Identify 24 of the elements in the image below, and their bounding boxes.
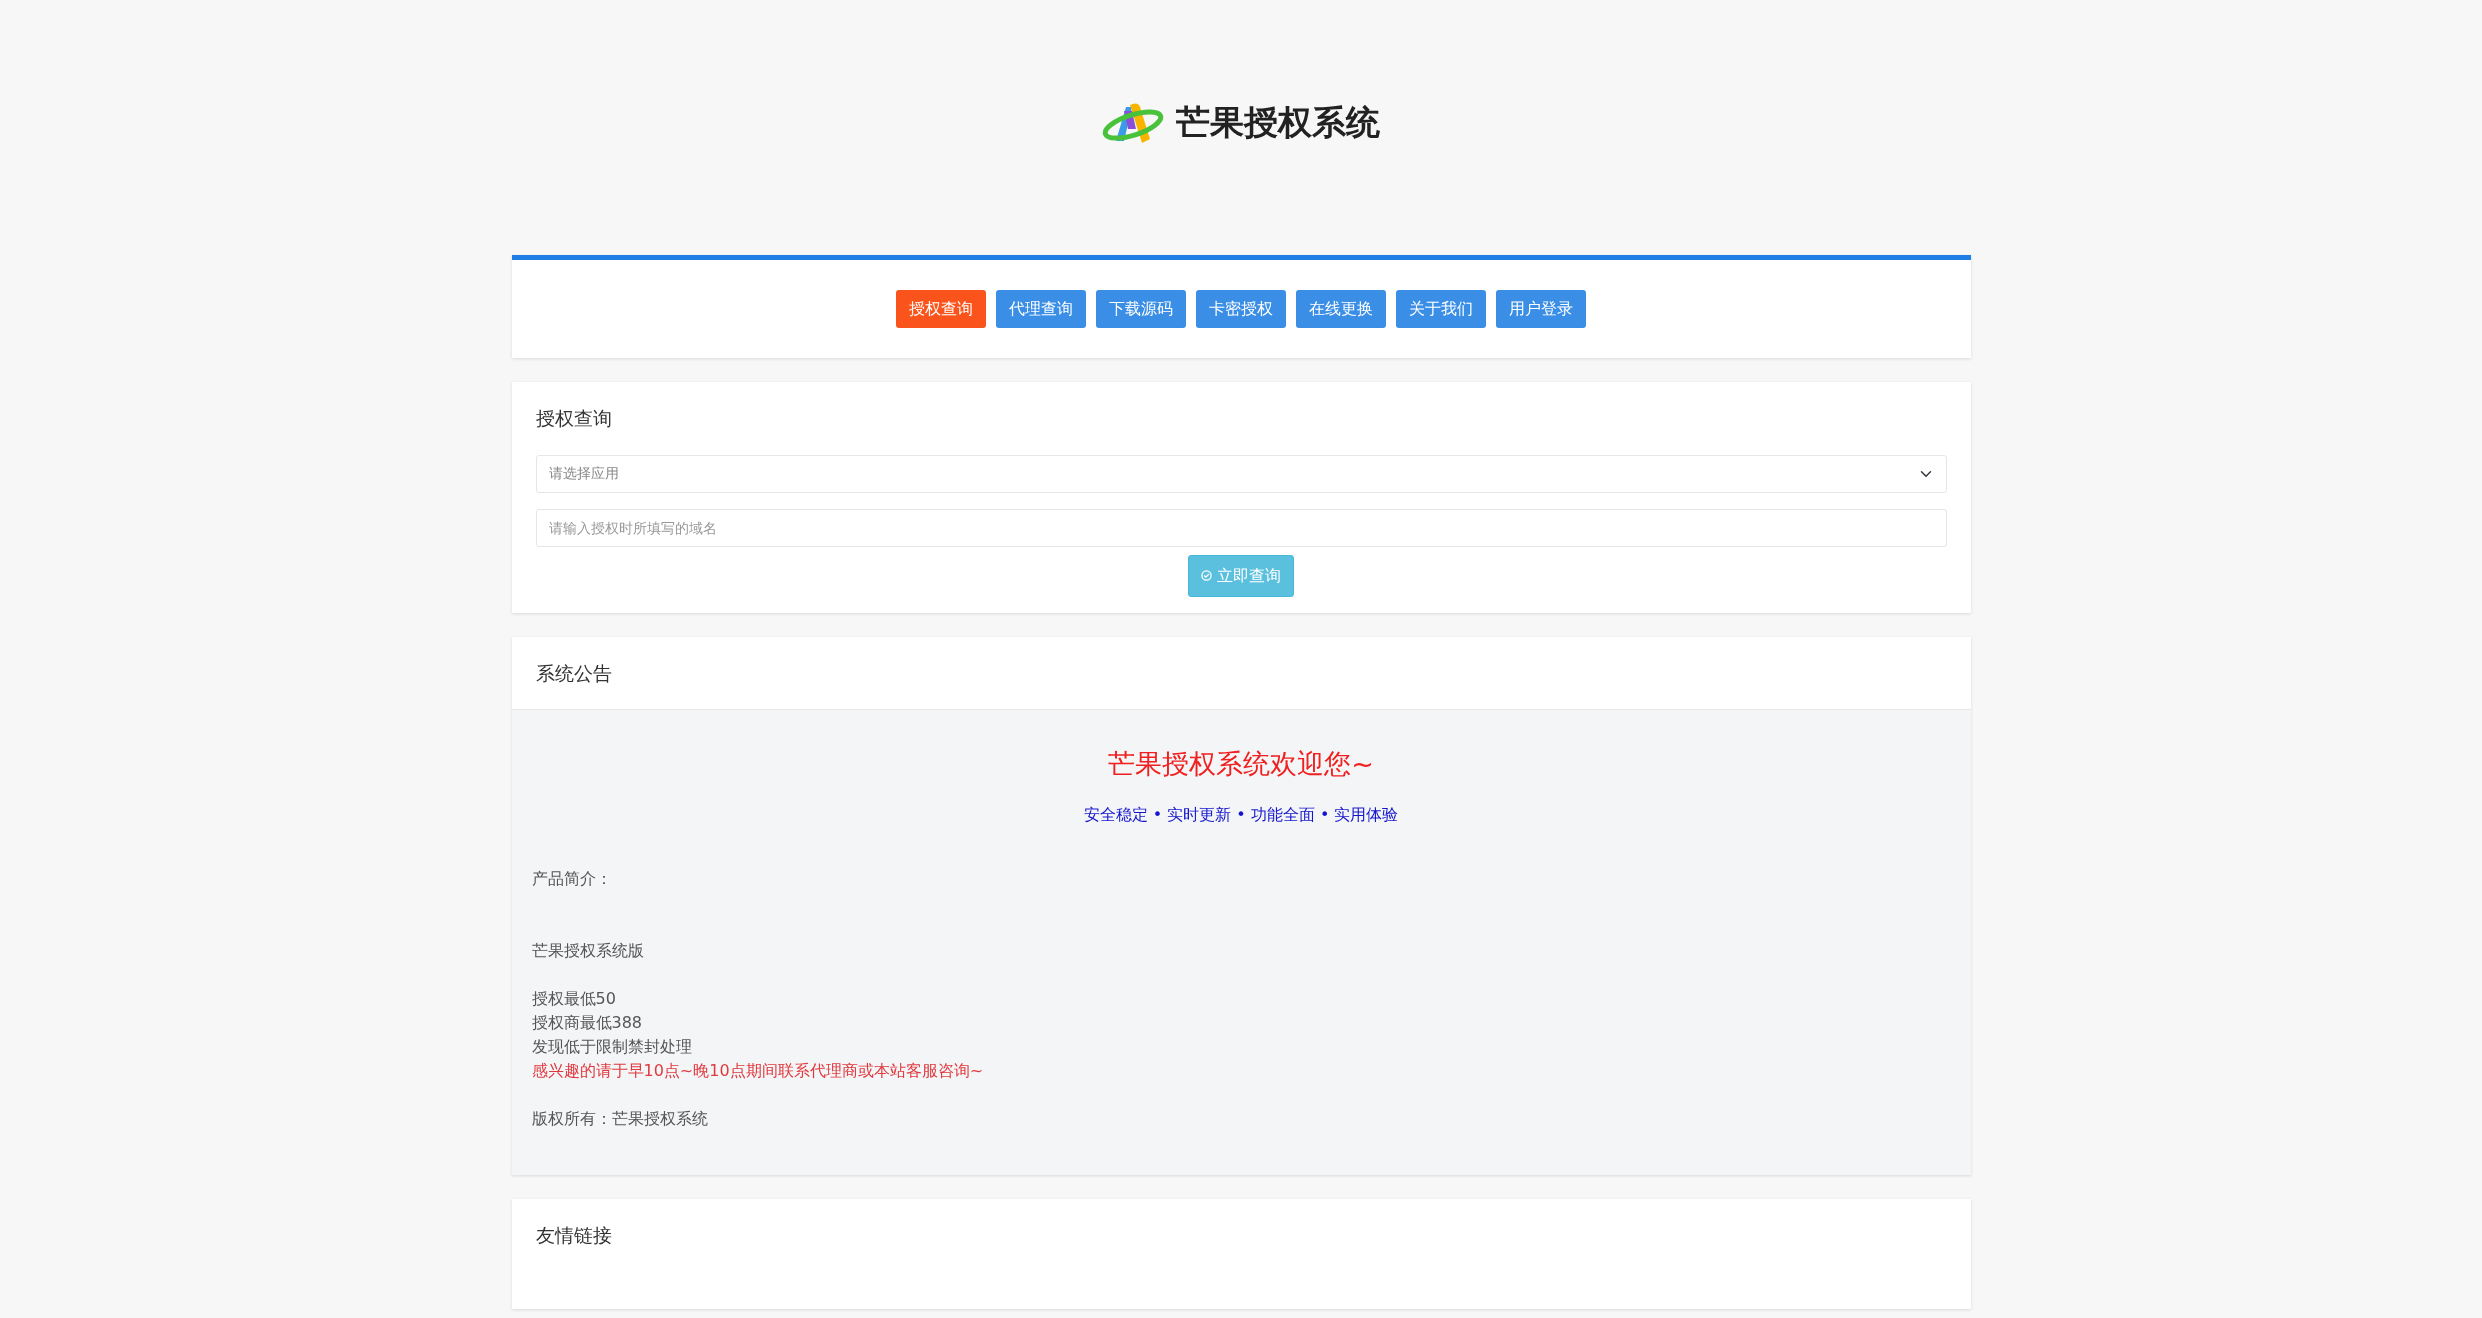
notice-text: 版权所有：芒果授权系统 <box>531 1107 709 1130</box>
nav-button[interactable]: 用户登录 <box>1496 290 1586 328</box>
domain-input-field[interactable]: 请输入授权时所填写的域名 <box>535 508 1947 547</box>
notice-text: 发现低于限制禁封处理 <box>531 1035 693 1058</box>
notice-text: 芒果授权系统版 <box>531 939 645 962</box>
notice-highlight-text: 感兴趣的请于早10点~晚10点期间联系代理商或本站客服咨询~ <box>531 1059 985 1082</box>
nav-button[interactable]: 卡密授权 <box>1196 290 1286 328</box>
notice-text: 授权商最低388 <box>531 1011 644 1034</box>
query-button[interactable]: 立即查询 <box>1188 554 1294 597</box>
nav-button[interactable]: 下载源码 <box>1096 290 1186 328</box>
check-circle-icon <box>1201 570 1212 581</box>
site-title: 芒果授权系统 <box>1176 101 1380 144</box>
notice-text: 产品简介： <box>531 867 613 890</box>
nav-button[interactable]: 授权查询 <box>896 290 986 328</box>
card-title: 授权查询 <box>534 406 613 431</box>
nav-button[interactable]: 代理查询 <box>996 290 1086 328</box>
nav-button[interactable]: 在线更换 <box>1296 290 1386 328</box>
app-select[interactable]: 请选择应用 <box>535 454 1947 493</box>
nav-button[interactable]: 关于我们 <box>1396 290 1486 328</box>
welcome-heading: 芒果授权系统欢迎您~ <box>1107 747 1375 781</box>
notice-text: 授权最低50 <box>531 987 617 1010</box>
tagline: 安全稳定 • 实时更新 • 功能全面 • 实用体验 <box>1082 803 1400 826</box>
card-title: 友情链接 <box>534 1222 613 1248</box>
card-title: 系统公告 <box>534 660 613 686</box>
